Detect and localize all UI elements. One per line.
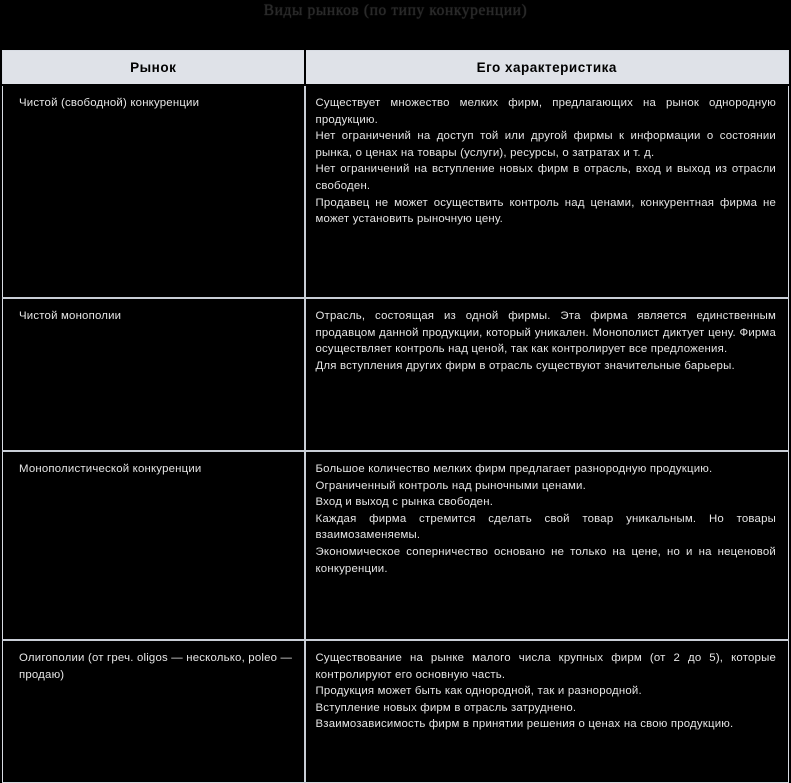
- column-header-market: Рынок: [2, 50, 306, 86]
- table-row: Чистой (свободной) конкуренции Существуе…: [2, 85, 789, 299]
- characteristic-line: Экономическое соперничество основано не …: [315, 545, 776, 575]
- cell-market-characteristic: Большое количество мелких фирм предлагае…: [304, 451, 789, 641]
- characteristic-line: Каждая фирма стремится сделать свой това…: [315, 512, 776, 542]
- cell-market-characteristic: Существует множество мелких фирм, предла…: [304, 85, 789, 299]
- table-row: Олигополии (от греч. oligos — несколько,…: [2, 640, 789, 783]
- table-header: Рынок Его характеристика: [2, 50, 789, 86]
- column-header-characteristic: Его характеристика: [304, 50, 789, 86]
- page-root: Виды рынков (по типу конкуренции) Рынок …: [0, 0, 791, 783]
- table-row: Чистой монополии Отрасль, состоящая из о…: [2, 298, 789, 452]
- table-header-row: Рынок Его характеристика: [2, 50, 789, 86]
- page-title: Виды рынков (по типу конкуренции): [263, 2, 528, 19]
- characteristic-line: Взаимозависимость фирм в принятии решени…: [315, 718, 734, 731]
- characteristic-line: Продавец не может осуществить контроль н…: [315, 196, 776, 226]
- characteristic-line: Нет ограничений на вступление новых фирм…: [315, 163, 776, 192]
- characteristic-line: Для вступления других фирм в отрасль сущ…: [315, 359, 735, 372]
- characteristic-line: Большое количество мелких фирм предлагае…: [315, 463, 713, 475]
- characteristic-line: Отрасль, состоящая из одной фирмы. Эта ф…: [315, 310, 776, 356]
- characteristic-line: Существование на рынке малого числа круп…: [315, 652, 776, 681]
- market-types-table: Рынок Его характеристика Чистой (свободн…: [2, 50, 789, 783]
- characteristic-line: Продукция может быть как однородной, так…: [315, 685, 642, 698]
- characteristic-line: Вступление новых фирм в отрасль затрудне…: [315, 701, 577, 714]
- table-row: Монополистической конкуренции Большое ко…: [2, 451, 789, 641]
- characteristic-line: Ограниченный контроль над рыночными цена…: [315, 479, 586, 492]
- cell-market-characteristic: Отрасль, состоящая из одной фирмы. Эта ф…: [304, 298, 789, 452]
- market-types-table-container: Рынок Его характеристика Чистой (свободн…: [2, 50, 789, 783]
- cell-market-name: Олигополии (от греч. oligos — несколько,…: [2, 640, 306, 783]
- characteristic-line: Существует множество мелких фирм, предла…: [315, 97, 776, 126]
- table-body: Чистой (свободной) конкуренции Существуе…: [2, 85, 789, 783]
- cell-market-name: Чистой (свободной) конкуренции: [2, 85, 306, 299]
- cell-market-name: Чистой монополии: [2, 298, 306, 452]
- cell-market-name: Монополистической конкуренции: [2, 451, 306, 641]
- characteristic-line: Нет ограничений на доступ той или другой…: [315, 130, 776, 159]
- cell-market-characteristic: Существование на рынке малого числа круп…: [305, 640, 789, 783]
- characteristic-line: Вход и выход с рынка свободен.: [315, 496, 494, 509]
